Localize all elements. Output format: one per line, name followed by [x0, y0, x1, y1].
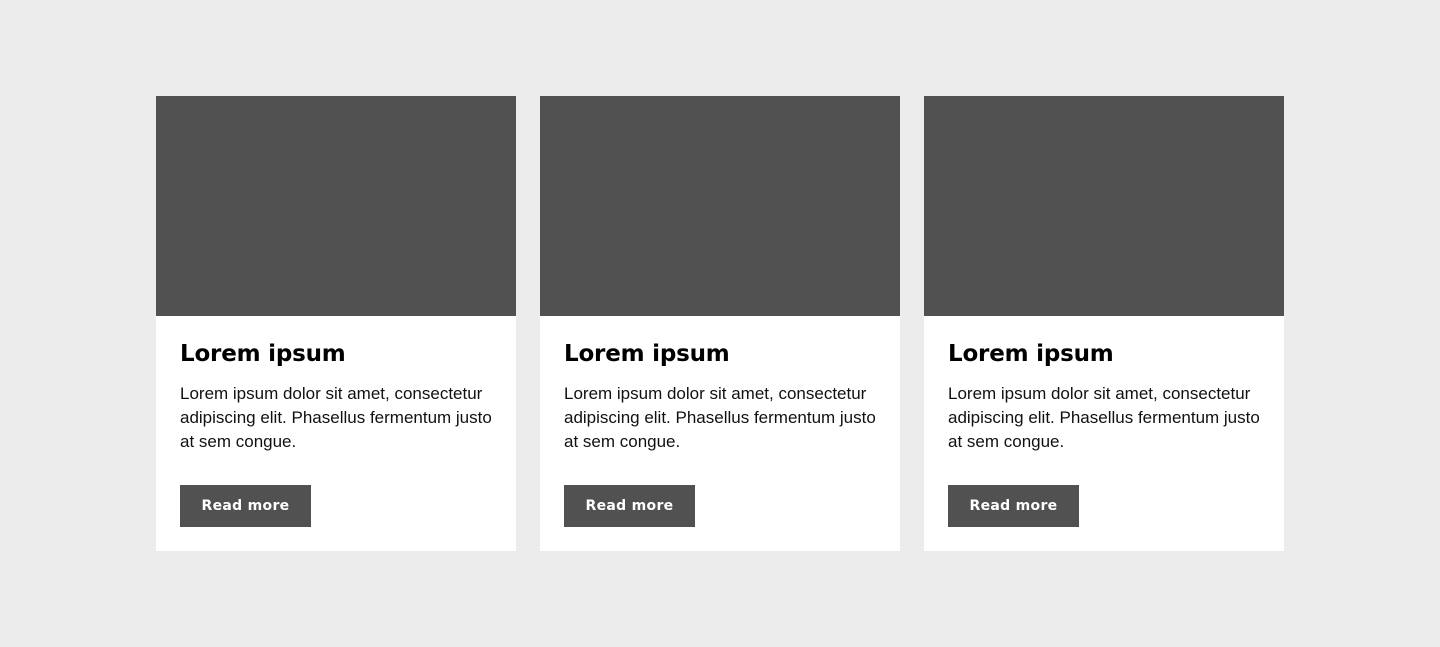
card-description: Lorem ipsum dolor sit amet, consectetur …	[180, 384, 492, 451]
read-more-button[interactable]: Read more	[180, 485, 311, 527]
card-3: Lorem ipsum Lorem ipsum dolor sit amet, …	[924, 96, 1284, 551]
read-more-button[interactable]: Read more	[564, 485, 695, 527]
card-body: Lorem ipsum Lorem ipsum dolor sit amet, …	[156, 316, 516, 551]
card-body: Lorem ipsum Lorem ipsum dolor sit amet, …	[540, 316, 900, 551]
card-title: Lorem ipsum	[948, 341, 1114, 367]
card-grid: Lorem ipsum Lorem ipsum dolor sit amet, …	[156, 96, 1284, 551]
card-description: Lorem ipsum dolor sit amet, consectetur …	[564, 384, 876, 451]
card-description: Lorem ipsum dolor sit amet, consectetur …	[948, 384, 1260, 451]
card-image-placeholder	[924, 96, 1284, 316]
card-title: Lorem ipsum	[180, 341, 346, 367]
card-body: Lorem ipsum Lorem ipsum dolor sit amet, …	[924, 316, 1284, 551]
read-more-button[interactable]: Read more	[948, 485, 1079, 527]
card-2: Lorem ipsum Lorem ipsum dolor sit amet, …	[540, 96, 900, 551]
card-1: Lorem ipsum Lorem ipsum dolor sit amet, …	[156, 96, 516, 551]
card-image-placeholder	[156, 96, 516, 316]
card-title: Lorem ipsum	[564, 341, 730, 367]
card-image-placeholder	[540, 96, 900, 316]
